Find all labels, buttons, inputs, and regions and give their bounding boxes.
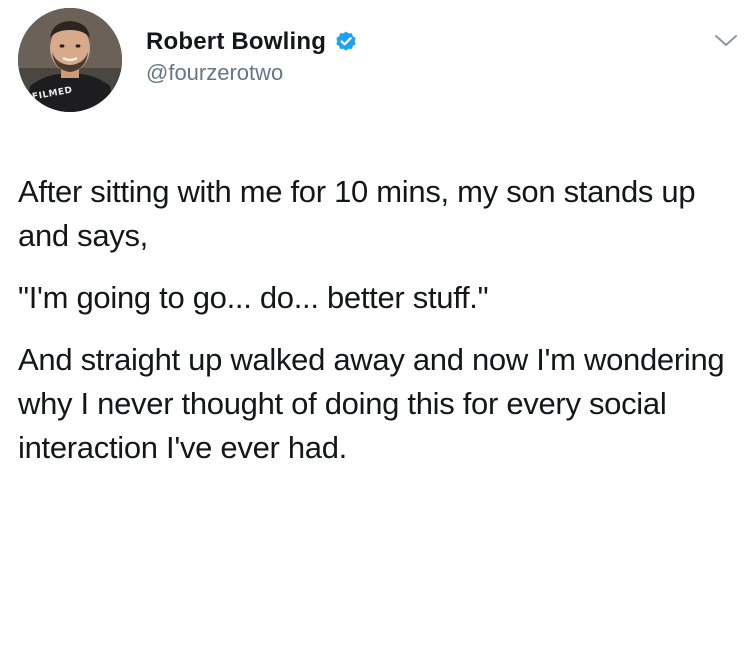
display-name[interactable]: Robert Bowling	[146, 28, 326, 56]
tweet-header: FILMED Robert Bowling @fourzerotwo	[0, 0, 750, 140]
verified-badge-icon	[336, 31, 356, 51]
tweet-paragraph: And straight up walked away and now I'm …	[18, 342, 725, 465]
chevron-down-icon[interactable]	[712, 30, 740, 50]
author-names: Robert Bowling @fourzerotwo	[146, 26, 358, 86]
tweet-card: FILMED Robert Bowling @fourzerotwo After…	[0, 0, 750, 669]
tweet-paragraph: After sitting with me for 10 mins, my so…	[18, 174, 696, 253]
tweet-paragraph: "I'm going to go... do... better stuff."	[18, 280, 489, 315]
avatar[interactable]: FILMED	[18, 8, 122, 112]
author-handle[interactable]: @fourzerotwo	[146, 60, 358, 86]
display-name-row: Robert Bowling	[146, 26, 358, 58]
tweet-text: After sitting with me for 10 mins, my so…	[18, 170, 738, 488]
